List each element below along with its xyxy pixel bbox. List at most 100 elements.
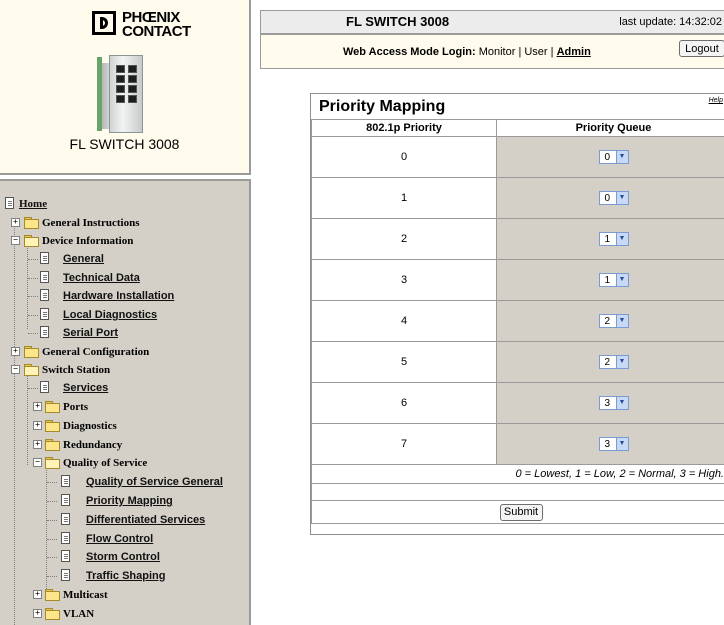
priority-value: 3	[312, 260, 497, 301]
expand-plus-icon[interactable]: +	[11, 218, 20, 227]
page-icon	[40, 271, 49, 283]
page-icon	[40, 252, 49, 264]
page-icon	[61, 569, 70, 581]
chevron-down-icon[interactable]: ▼	[616, 233, 628, 245]
page-icon	[61, 532, 70, 544]
col-header-priority: 802.1p Priority	[312, 120, 497, 137]
expand-plus-icon[interactable]: +	[11, 347, 20, 356]
home-page-icon	[5, 197, 14, 209]
chevron-down-icon[interactable]: ▼	[616, 356, 628, 368]
logo-frame: PHŒNIX CONTACT FL SWITCH 3008	[0, 0, 251, 175]
queue-value: 3	[605, 439, 611, 450]
page-icon	[61, 475, 70, 487]
folder-icon	[45, 589, 59, 599]
folder-icon	[24, 346, 38, 356]
folder-icon	[45, 608, 59, 618]
nav-ss-vlan-label: VLAN	[63, 605, 94, 623]
chevron-down-icon[interactable]: ▼	[616, 274, 628, 286]
submit-button[interactable]: Submit	[500, 504, 543, 521]
table-row: 6 3▼	[312, 383, 724, 424]
login-bar: Web Access Mode Login: Monitor | User | …	[260, 34, 724, 69]
collapse-minus-icon[interactable]: −	[11, 365, 20, 374]
nav-qos-general-label: Quality of Service General	[86, 473, 223, 491]
logout-button[interactable]: Logout	[679, 40, 724, 57]
col-header-queue: Priority Queue	[497, 120, 724, 137]
priority-value: 7	[312, 424, 497, 465]
queue-value: 1	[605, 275, 611, 286]
chevron-down-icon[interactable]: ▼	[616, 438, 628, 450]
collapse-minus-icon[interactable]: −	[11, 236, 20, 245]
priority-mapping-table: 802.1p Priority Priority Queue 0 0▼ 1 0▼…	[311, 119, 724, 524]
nav-general-instructions-label: General Instructions	[42, 214, 139, 232]
queue-select[interactable]: 0▼	[599, 150, 629, 164]
folder-icon	[45, 420, 59, 430]
chevron-down-icon[interactable]: ▼	[616, 151, 628, 163]
folder-open-icon	[24, 364, 38, 374]
queue-legend: 0 = Lowest, 1 = Low, 2 = Normal, 3 = Hig…	[312, 465, 724, 484]
page-icon	[61, 513, 70, 525]
nav-ss-qos-label: Quality of Service	[63, 454, 147, 472]
nav-ss-multicast-label: Multicast	[63, 586, 108, 604]
navigation-tree: Home + General Instructions − Device Inf…	[0, 179, 251, 625]
queue-value: 2	[605, 316, 611, 327]
folder-icon	[45, 401, 59, 411]
expand-plus-icon[interactable]: +	[33, 609, 42, 618]
expand-plus-icon[interactable]: +	[33, 590, 42, 599]
page-icon	[40, 381, 49, 393]
queue-select[interactable]: 1▼	[599, 232, 629, 246]
queue-value: 3	[605, 398, 611, 409]
page-title: Priority Mapping	[319, 98, 445, 116]
nav-ss-diagnostics-label: Diagnostics	[63, 417, 117, 435]
login-mode: Web Access Mode Login: Monitor | User | …	[343, 46, 591, 58]
priority-value: 0	[312, 137, 497, 178]
nav-qos-diffserv-label: Differentiated Services	[86, 511, 205, 529]
queue-select[interactable]: 2▼	[599, 314, 629, 328]
spacer-row	[312, 484, 724, 501]
table-row: 2 1▼	[312, 219, 724, 260]
queue-value: 1	[605, 234, 611, 245]
table-row: 4 2▼	[312, 301, 724, 342]
device-title: FL SWITCH 3008	[0, 136, 249, 152]
page-icon	[61, 494, 70, 506]
header-title: FL SWITCH 3008	[346, 14, 449, 29]
queue-select[interactable]: 3▼	[599, 396, 629, 410]
logo-text-line2: CONTACT	[122, 24, 191, 39]
folder-icon	[45, 439, 59, 449]
nav-ss-ports-label: Ports	[63, 398, 88, 416]
table-row: 0 0▼	[312, 137, 724, 178]
queue-select[interactable]: 3▼	[599, 437, 629, 451]
queue-value: 2	[605, 357, 611, 368]
queue-select[interactable]: 0▼	[599, 191, 629, 205]
chevron-down-icon[interactable]: ▼	[616, 397, 628, 409]
expand-plus-icon[interactable]: +	[33, 402, 42, 411]
table-row: 5 2▼	[312, 342, 724, 383]
nav-di-diagnostics-label: Local Diagnostics	[63, 306, 157, 324]
chevron-down-icon[interactable]: ▼	[616, 192, 628, 204]
nav-di-general-label: General	[63, 250, 104, 268]
login-modes[interactable]: Monitor | User |	[479, 46, 554, 58]
folder-open-icon	[24, 235, 38, 245]
priority-value: 2	[312, 219, 497, 260]
queue-select[interactable]: 2▼	[599, 355, 629, 369]
table-row: 7 3▼	[312, 424, 724, 465]
expand-plus-icon[interactable]: +	[33, 440, 42, 449]
page-icon	[61, 550, 70, 562]
nav-di-serial-label: Serial Port	[63, 324, 118, 342]
table-row: 1 0▼	[312, 178, 724, 219]
last-update: last update: 14:32:02	[619, 16, 722, 28]
admin-link[interactable]: Admin	[557, 46, 591, 58]
expand-plus-icon[interactable]: +	[33, 421, 42, 430]
table-row: 3 1▼	[312, 260, 724, 301]
help-link[interactable]: Help	[709, 97, 723, 104]
priority-value: 5	[312, 342, 497, 383]
nav-ss-services-label: Services	[63, 379, 108, 397]
nav-qos-priority-label: Priority Mapping	[86, 492, 173, 510]
phoenix-logo-mark-icon	[92, 11, 116, 35]
nav-qos-traffic-label: Traffic Shaping	[86, 567, 165, 585]
nav-switch-station-label: Switch Station	[42, 361, 110, 379]
chevron-down-icon[interactable]: ▼	[616, 315, 628, 327]
collapse-minus-icon[interactable]: −	[33, 458, 42, 467]
queue-value: 0	[605, 193, 611, 204]
queue-select[interactable]: 1▼	[599, 273, 629, 287]
phoenix-contact-logo: PHŒNIX CONTACT	[92, 11, 182, 45]
